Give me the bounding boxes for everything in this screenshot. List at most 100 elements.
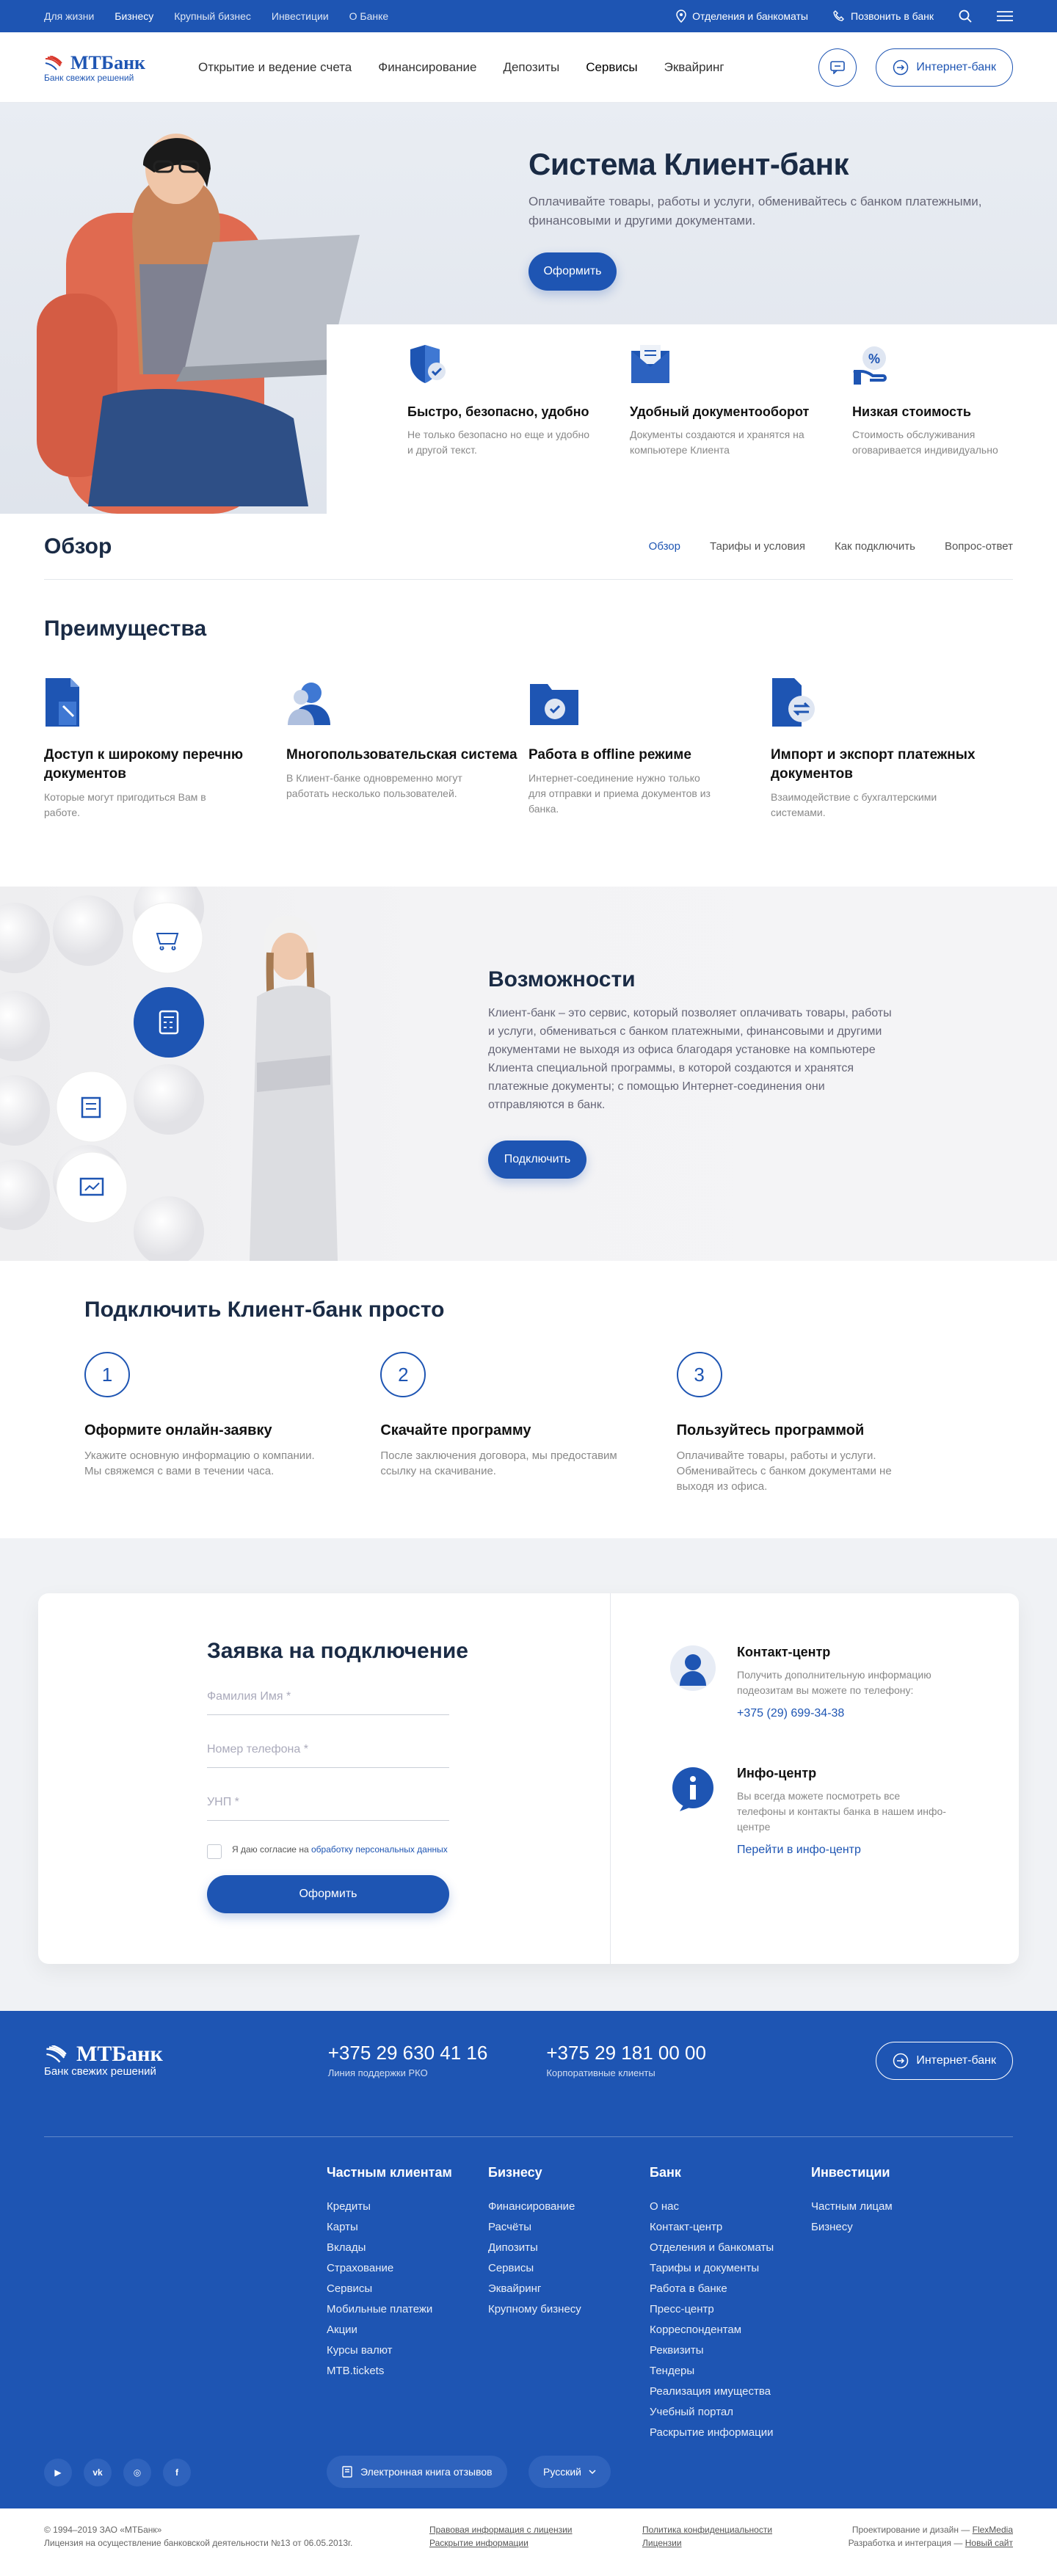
segment-about[interactable]: О Банке	[349, 10, 389, 22]
copyright-text: © 1994–2019 ЗАО «МТБанк»	[44, 2525, 162, 2535]
step-number: 2	[380, 1352, 426, 1397]
tab-tariffs[interactable]: Тарифы и условия	[710, 540, 805, 553]
info-center-title: Инфо-центр	[737, 1766, 817, 1780]
dev-credit-link[interactable]: Новый сайт	[965, 2538, 1013, 2548]
nav-accounts[interactable]: Открытие и ведение счета	[198, 60, 352, 75]
footer-link[interactable]: Контакт-центр	[650, 2217, 811, 2238]
nav-financing[interactable]: Финансирование	[378, 60, 476, 75]
nav-acquiring[interactable]: Эквайринг	[664, 60, 724, 75]
footer-link[interactable]: Вклады	[327, 2238, 488, 2258]
tab-how-to-connect[interactable]: Как подключить	[835, 540, 915, 553]
advantage-title: Доступ к широкому перечню документов	[44, 747, 244, 782]
instagram-icon[interactable]: ◎	[123, 2459, 151, 2486]
footer-link[interactable]: Работа в банке	[650, 2279, 811, 2299]
footer-link[interactable]: Эквайринг	[488, 2279, 650, 2299]
footer-link[interactable]: Учебный портал	[650, 2402, 811, 2423]
feature-item: % Низкая стоимость Стоимость обслуживани…	[852, 343, 1038, 514]
phone-icon	[833, 10, 844, 21]
footer-link[interactable]: Реквизиты	[650, 2340, 811, 2361]
step-title: Оформите онлайн-заявку	[84, 1422, 272, 1438]
legal-info-link[interactable]: Правовая информация с лицензии	[429, 2525, 573, 2535]
phone-field[interactable]: Номер телефона *	[207, 1743, 449, 1768]
footer-link[interactable]: Крупному бизнесу	[488, 2299, 650, 2320]
step-number: 3	[676, 1352, 722, 1397]
advantage-title: Импорт и экспорт платежных документов	[771, 747, 976, 782]
tab-overview[interactable]: Обзор	[649, 540, 680, 553]
unp-field[interactable]: УНП *	[207, 1796, 449, 1821]
application-card: Заявка на подключение Фамилия Имя * Номе…	[38, 1593, 1019, 1964]
footer-link[interactable]: Дипозиты	[488, 2238, 650, 2258]
support-phone[interactable]: +375 29 630 41 16 Линия поддержки РКО	[328, 2042, 488, 2078]
footer-link[interactable]: Мобильные платежи	[327, 2299, 488, 2320]
segment-investments[interactable]: Инвестиции	[272, 10, 329, 22]
facebook-icon[interactable]: f	[163, 2459, 191, 2486]
footer-link[interactable]: Финансирование	[488, 2197, 650, 2217]
licenses-link[interactable]: Лицензии	[642, 2538, 682, 2548]
footer-link[interactable]: Кредиты	[327, 2197, 488, 2217]
name-field[interactable]: Фамилия Имя *	[207, 1690, 449, 1715]
privacy-link[interactable]: Политика конфиденциальности	[642, 2525, 772, 2535]
segment-business[interactable]: Бизнесу	[115, 10, 153, 22]
shield-check-icon	[410, 345, 446, 383]
login-icon	[893, 59, 909, 75]
tab-faq[interactable]: Вопрос-ответ	[945, 540, 1013, 553]
footer-link[interactable]: Страхование	[327, 2258, 488, 2279]
logo[interactable]: МТБанк Банк свежих решений	[44, 52, 161, 83]
footer-link[interactable]: Бизнесу	[811, 2217, 973, 2238]
feature-text: Стоимость обслуживания оговаривается инд…	[852, 429, 998, 456]
disclosure-link[interactable]: Раскрытие информации	[429, 2538, 528, 2548]
footer-link[interactable]: Акции	[327, 2320, 488, 2340]
footer-link[interactable]: Корреспондентам	[650, 2320, 811, 2340]
footer-link[interactable]: Реализация имущества	[650, 2382, 811, 2402]
footer-link[interactable]: Раскрытие информации	[650, 2423, 811, 2443]
nav-deposits[interactable]: Депозиты	[503, 60, 559, 75]
dev-credit-text: Разработка и интеграция —	[848, 2538, 963, 2548]
footer-link[interactable]: Тарифы и документы	[650, 2258, 811, 2279]
consent-checkbox[interactable]	[207, 1844, 222, 1859]
footer-link[interactable]: Курсы валют	[327, 2340, 488, 2361]
footer-link[interactable]: Тендеры	[650, 2361, 811, 2382]
footer-column-title: Бизнесу	[488, 2165, 542, 2180]
step-text: После заключения договора, мы предостави…	[380, 1449, 617, 1477]
footer-link[interactable]: Карты	[327, 2217, 488, 2238]
corporate-phone[interactable]: +375 29 181 00 00 Корпоративные клиенты	[546, 2042, 706, 2078]
footer-link[interactable]: О нас	[650, 2197, 811, 2217]
search-icon[interactable]	[959, 10, 972, 23]
apply-button[interactable]: Оформить	[528, 252, 617, 291]
consent-row: Я даю согласие на обработку персональных…	[207, 1844, 610, 1859]
footer-link[interactable]: Пресс-центр	[650, 2299, 811, 2320]
overview-tabs: Обзор Тарифы и условия Как подключить Во…	[649, 540, 1013, 553]
branches-link[interactable]: Отделения и банкоматы	[676, 10, 808, 23]
footer-link[interactable]: Частным лицам	[811, 2197, 973, 2217]
menu-icon[interactable]	[997, 11, 1013, 21]
contact-phone-link[interactable]: +375 (29) 699-34-38	[737, 1707, 950, 1720]
footer-link[interactable]: Сервисы	[327, 2279, 488, 2299]
nav-services[interactable]: Сервисы	[586, 60, 637, 75]
footer-internet-bank-button[interactable]: Интернет-банк	[876, 2042, 1013, 2080]
footer-link[interactable]: Сервисы	[488, 2258, 650, 2279]
design-credit-link[interactable]: FlexMedia	[973, 2525, 1013, 2535]
feature-item: Удобный документооборот Документы создаю…	[630, 343, 816, 514]
form-title: Заявка на подключение	[207, 1639, 468, 1663]
vk-icon[interactable]: vk	[84, 2459, 112, 2486]
branches-label: Отделения и банкоматы	[692, 10, 808, 22]
call-bank-link[interactable]: Позвонить в банк	[833, 10, 934, 22]
connect-button[interactable]: Подключить	[488, 1140, 586, 1179]
youtube-icon[interactable]: ▶	[44, 2459, 72, 2486]
language-select[interactable]: Русский	[528, 2456, 611, 2488]
submit-button[interactable]: Оформить	[207, 1875, 449, 1913]
footer-link[interactable]: MTB.tickets	[327, 2361, 488, 2382]
legal-bar: © 1994–2019 ЗАО «МТБанк» Лицензия на осу…	[0, 2508, 1057, 2576]
consent-link[interactable]: обработку персональных данных	[311, 1844, 448, 1855]
footer-column-personal: Частным клиентам Кредиты Карты Вклады Страхо…	[327, 2165, 488, 2443]
segment-corporate[interactable]: Крупный бизнес	[174, 10, 251, 22]
internet-bank-button[interactable]: Интернет-банк	[876, 48, 1013, 87]
chat-button[interactable]	[818, 48, 857, 87]
step-number: 1	[84, 1352, 130, 1397]
footer-logo[interactable]: МТБанк Банк свежих решений	[44, 2042, 163, 2078]
info-center-link[interactable]: Перейти в инфо-центр	[737, 1844, 950, 1857]
footer-link[interactable]: Отделения и банкоматы	[650, 2238, 811, 2258]
footer-link[interactable]: Расчёты	[488, 2217, 650, 2238]
feedback-book-button[interactable]: Электронная книга отзывов	[327, 2456, 507, 2488]
segment-personal[interactable]: Для жизни	[44, 10, 94, 22]
